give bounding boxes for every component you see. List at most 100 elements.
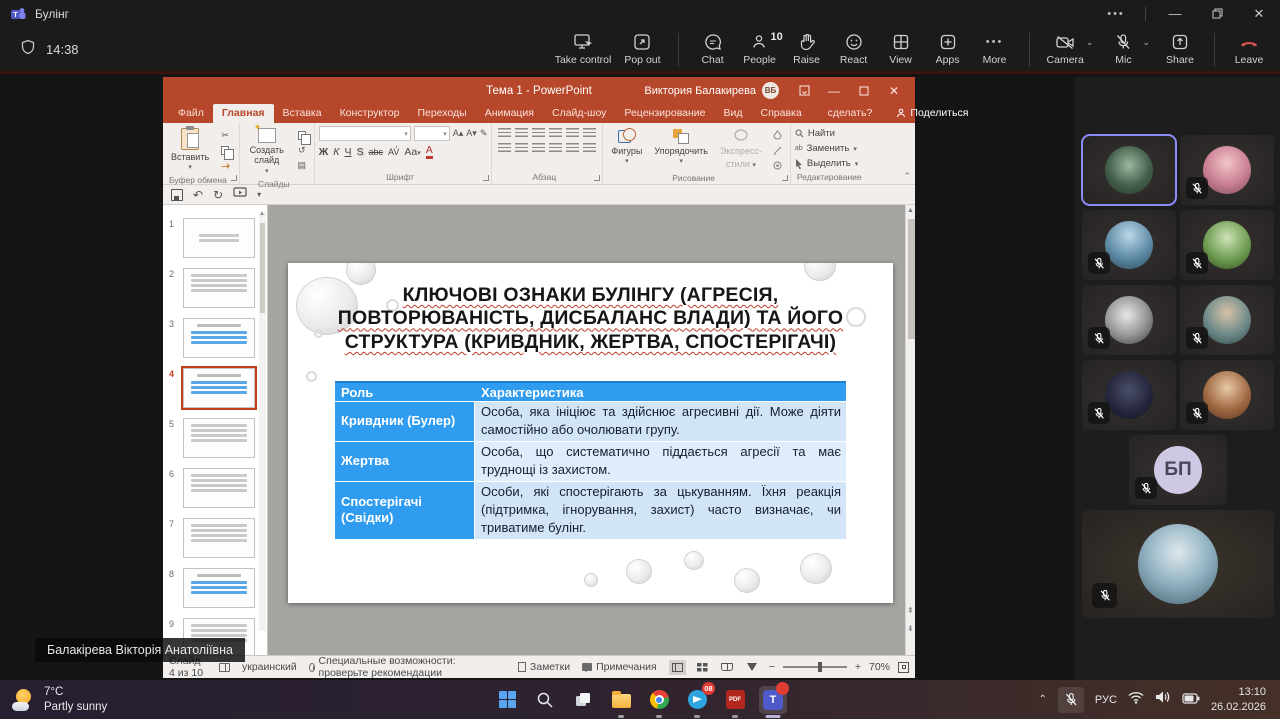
ribbon-options-button[interactable] [789, 78, 819, 103]
align-right-icon[interactable] [532, 143, 546, 154]
layout-icon[interactable] [294, 129, 311, 145]
participant-tile[interactable] [1180, 210, 1274, 280]
dialog-launcher-icon[interactable] [781, 175, 788, 181]
task-view-button[interactable] [569, 686, 597, 714]
next-slide-icon[interactable]: ⇟ [907, 624, 914, 633]
teams-app-button[interactable]: T [759, 681, 789, 718]
quick-styles-button[interactable]: Экспресс- стили ▾ [716, 126, 766, 172]
slide-thumbnail[interactable]: 5 [163, 413, 267, 463]
numbering-icon[interactable] [515, 128, 529, 139]
ppt-tab-Главная[interactable]: Главная [212, 104, 274, 123]
weather-widget[interactable]: 7°C Partly sunny [12, 685, 107, 714]
italic-button[interactable]: К [333, 146, 339, 158]
apps-button[interactable]: Apps [931, 31, 965, 66]
pop-out-button[interactable]: Pop out [624, 31, 661, 66]
ppt-minimize-button[interactable]: — [819, 78, 849, 103]
qat-customize-icon[interactable]: ▾ [257, 190, 261, 199]
strikethrough-button[interactable]: abc [368, 147, 383, 157]
underline-button[interactable]: Ч [344, 146, 351, 158]
slide-sorter-button[interactable] [694, 660, 711, 675]
ppt-tab-Справка[interactable]: Справка [752, 104, 811, 123]
justify-icon[interactable] [549, 143, 563, 154]
collapse-ribbon-icon[interactable]: ⌃ [903, 171, 911, 182]
tray-overflow-chevron[interactable]: ⌃ [1039, 694, 1047, 705]
ppt-tab-Рецензирование[interactable]: Рецензирование [615, 104, 714, 123]
telegram-button[interactable]: 08 [683, 681, 715, 718]
line-spacing-icon[interactable] [566, 128, 580, 139]
share-button[interactable]: Share [1163, 31, 1197, 66]
ppt-tab-Анимация[interactable]: Анимация [476, 104, 543, 123]
slide-thumbnail[interactable]: 2 [163, 263, 267, 313]
zoom-out-button[interactable]: − [769, 661, 775, 673]
participant-tile[interactable] [1082, 360, 1176, 430]
font-name-combo[interactable]: ▾ [318, 126, 411, 141]
camera-button[interactable]: Camera [1047, 31, 1084, 66]
char-spacing-button[interactable]: AV̓ [388, 147, 399, 157]
chat-button[interactable]: Chat [696, 31, 730, 66]
reset-icon[interactable]: ↺ [294, 144, 310, 156]
slide-thumbnail[interactable]: 1 [163, 213, 267, 263]
bullets-icon[interactable] [498, 128, 512, 139]
font-color-button[interactable]: А [425, 145, 433, 159]
volume-icon[interactable] [1155, 690, 1171, 709]
select-button[interactable]: Выделить ▾ [795, 157, 870, 171]
participant-tile[interactable] [1180, 135, 1274, 205]
slide-thumbnail[interactable]: 6 [163, 463, 267, 513]
cut-icon[interactable]: ✂ [217, 129, 233, 141]
shape-fill-icon[interactable] [770, 129, 786, 141]
participant-tile[interactable] [1081, 134, 1177, 206]
new-slide-button[interactable]: Создать слайд ▾ [244, 122, 290, 178]
window-more-button[interactable]: ••• [1095, 0, 1137, 27]
redo-icon[interactable]: ↻ [213, 188, 223, 202]
chrome-button[interactable] [645, 686, 673, 718]
replace-button[interactable]: ab Заменить ▾ [795, 142, 870, 156]
participant-tile[interactable] [1082, 510, 1274, 618]
battery-icon[interactable] [1182, 691, 1200, 709]
shrink-font-icon[interactable]: А▾ [466, 128, 477, 139]
dialog-launcher-icon[interactable] [594, 175, 601, 181]
raise-hand-button[interactable]: Raise [790, 31, 824, 66]
columns-icon[interactable] [566, 143, 580, 154]
change-case-button[interactable]: Aa▾ [404, 146, 420, 158]
section-icon[interactable]: ▤ [294, 159, 310, 171]
more-button[interactable]: ••• More [978, 31, 1012, 67]
paste-button[interactable]: Вставить ▾ [167, 126, 213, 174]
text-direction-icon[interactable] [583, 128, 597, 139]
taskbar-clock[interactable]: 13:10 26.02.2026 [1211, 685, 1266, 714]
ppt-tab-Вставка[interactable]: Вставка [274, 104, 331, 123]
camera-chevron-icon[interactable]: ⌄ [1086, 37, 1094, 66]
shapes-button[interactable]: Фигуры ▾ [607, 126, 646, 172]
notes-button[interactable]: Заметки [517, 661, 570, 673]
view-button[interactable]: View [884, 31, 918, 66]
slide-thumbnail[interactable]: 7 [163, 513, 267, 563]
zoom-in-button[interactable]: + [855, 661, 861, 673]
shape-outline-icon[interactable] [770, 144, 786, 156]
tray-mic-muted[interactable] [1057, 686, 1084, 713]
align-left-icon[interactable] [498, 143, 512, 154]
save-icon[interactable] [171, 188, 183, 201]
undo-icon[interactable]: ↶ [193, 188, 203, 202]
arrange-button[interactable]: Упорядочить ▾ [650, 126, 712, 172]
align-center-icon[interactable] [515, 143, 529, 154]
pdf-app-button[interactable]: PDF [721, 686, 749, 718]
react-button[interactable]: React [837, 31, 871, 66]
fit-slide-button[interactable] [898, 661, 909, 673]
text-shadow-button[interactable]: S [356, 146, 363, 158]
file-explorer-button[interactable] [607, 686, 635, 718]
leave-button[interactable]: Leave [1232, 31, 1266, 66]
copy-icon[interactable] [217, 144, 235, 160]
shape-effects-icon[interactable] [770, 159, 786, 171]
start-button[interactable] [493, 686, 521, 714]
zoom-slider[interactable] [782, 662, 847, 673]
slide-thumbnail[interactable]: 3 [163, 313, 267, 363]
people-button[interactable]: 10 People [743, 31, 783, 66]
thumbnail-scrollbar[interactable] [259, 211, 266, 631]
find-button[interactable]: Найти [795, 127, 870, 141]
grow-font-icon[interactable]: А▴ [453, 128, 464, 139]
decrease-indent-icon[interactable] [532, 128, 546, 139]
bold-button[interactable]: Ж [319, 146, 329, 158]
taskbar-search-button[interactable] [531, 686, 559, 714]
scrollbar-thumb[interactable] [907, 219, 915, 339]
smartart-convert-icon[interactable] [583, 143, 597, 154]
take-control-button[interactable]: Take control [555, 31, 611, 66]
